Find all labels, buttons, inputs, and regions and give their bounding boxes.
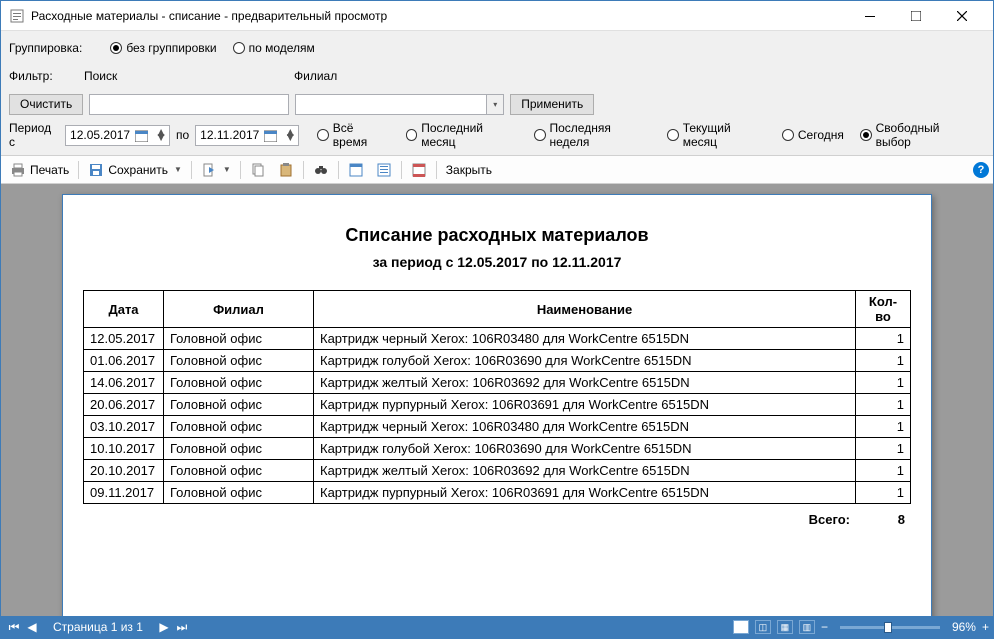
calendar-icon bbox=[134, 128, 149, 143]
binoculars-icon bbox=[313, 162, 329, 178]
clipboard-icon bbox=[278, 162, 294, 178]
titlebar: Расходные материалы - списание - предвар… bbox=[1, 1, 993, 31]
table-row: 12.05.2017Головной офисКартридж черный X… bbox=[84, 328, 911, 350]
page-single-icon bbox=[348, 162, 364, 178]
filter-label: Фильтр: bbox=[9, 69, 84, 83]
spinner-icon[interactable]: ▲▼ bbox=[284, 130, 296, 140]
report-table: Дата Филиал Наименование Кол-во 12.05.20… bbox=[83, 290, 911, 504]
zoom-value: 96% bbox=[952, 620, 976, 634]
table-row: 14.06.2017Головной офисКартридж желтый X… bbox=[84, 372, 911, 394]
zoom-out-button[interactable]: − bbox=[821, 620, 828, 634]
col-qty: Кол-во bbox=[856, 291, 911, 328]
find-button[interactable] bbox=[308, 159, 334, 181]
view-single-button[interactable] bbox=[343, 159, 369, 181]
nav-next-button[interactable]: ▶ bbox=[155, 620, 173, 634]
group-label: Группировка: bbox=[9, 41, 82, 55]
report-page: Списание расходных материалов за период … bbox=[62, 194, 932, 616]
apply-button[interactable]: Применить bbox=[510, 94, 594, 115]
branch-combo[interactable]: ▾ bbox=[295, 94, 504, 115]
statusbar: ⏮ ◀ Страница 1 из 1 ▶ ⏭ ◫ ▦ ▥ − 96% + bbox=[1, 616, 993, 638]
search-label: Поиск bbox=[84, 69, 294, 83]
nav-first-button[interactable]: ⏮ bbox=[5, 620, 23, 635]
export-icon bbox=[201, 162, 217, 178]
nav-prev-button[interactable]: ◀ bbox=[23, 620, 41, 634]
table-row: 20.10.2017Головной офисКартридж желтый X… bbox=[84, 460, 911, 482]
table-row: 01.06.2017Головной офисКартридж голубой … bbox=[84, 350, 911, 372]
period-to-label: по bbox=[176, 128, 189, 142]
export-button[interactable]: ▼ bbox=[196, 159, 236, 181]
radio-group-model[interactable]: по моделям bbox=[233, 41, 315, 55]
calendar-icon bbox=[263, 128, 278, 143]
branch-label: Филиал bbox=[294, 69, 337, 83]
col-name: Наименование bbox=[314, 291, 856, 328]
copy-button[interactable] bbox=[245, 159, 271, 181]
page-indicator: Страница 1 из 1 bbox=[53, 620, 143, 634]
view-mode-1[interactable] bbox=[733, 620, 749, 634]
page-setup-button[interactable] bbox=[406, 159, 432, 181]
radio-period-today[interactable]: Сегодня bbox=[782, 128, 844, 142]
radio-period-curmonth[interactable]: Текущий месяц bbox=[667, 121, 766, 149]
table-row: 09.11.2017Головной офисКартридж пурпурны… bbox=[84, 482, 911, 504]
table-row: 20.06.2017Головной офисКартридж пурпурны… bbox=[84, 394, 911, 416]
total-label: Всего: bbox=[313, 506, 856, 530]
total-value: 8 bbox=[856, 506, 911, 530]
clear-button[interactable]: Очистить bbox=[9, 94, 83, 115]
chevron-down-icon: ▾ bbox=[486, 95, 503, 114]
page-setup-icon bbox=[411, 162, 427, 178]
view-continuous-button[interactable] bbox=[371, 159, 397, 181]
save-icon bbox=[88, 162, 104, 178]
window-title: Расходные материалы - списание - предвар… bbox=[31, 9, 847, 23]
view-mode-2[interactable]: ◫ bbox=[755, 620, 771, 634]
table-row: 03.10.2017Головной офисКартридж черный X… bbox=[84, 416, 911, 438]
col-branch: Филиал bbox=[164, 291, 314, 328]
radio-period-all[interactable]: Всё время bbox=[317, 121, 389, 149]
view-mode-4[interactable]: ▥ bbox=[799, 620, 815, 634]
table-row: 10.10.2017Головной офисКартридж голубой … bbox=[84, 438, 911, 460]
copy-icon bbox=[250, 162, 266, 178]
radio-period-lastmonth[interactable]: Последний месяц bbox=[406, 121, 518, 149]
print-icon bbox=[10, 162, 26, 178]
preview-area[interactable]: Списание расходных материалов за период … bbox=[1, 184, 993, 616]
radio-period-lastweek[interactable]: Последняя неделя bbox=[534, 121, 651, 149]
maximize-button[interactable] bbox=[893, 1, 939, 31]
view-mode-3[interactable]: ▦ bbox=[777, 620, 793, 634]
help-icon[interactable]: ? bbox=[973, 162, 989, 178]
col-date: Дата bbox=[84, 291, 164, 328]
app-icon bbox=[9, 8, 25, 24]
search-input[interactable] bbox=[89, 94, 289, 115]
zoom-slider[interactable] bbox=[840, 626, 940, 629]
radio-period-free[interactable]: Свободный выбор bbox=[860, 121, 975, 149]
chevron-down-icon: ▼ bbox=[223, 165, 231, 174]
close-preview-button[interactable]: Закрыть bbox=[441, 159, 497, 181]
zoom-in-button[interactable]: + bbox=[982, 620, 989, 634]
paste-button[interactable] bbox=[273, 159, 299, 181]
save-button[interactable]: Сохранить ▼ bbox=[83, 159, 187, 181]
minimize-button[interactable] bbox=[847, 1, 893, 31]
period-label: Период с bbox=[9, 121, 59, 149]
chevron-down-icon: ▼ bbox=[174, 165, 182, 174]
date-to-input[interactable]: 12.11.2017 ▲▼ bbox=[195, 125, 299, 146]
report-subtitle: за период с 12.05.2017 по 12.11.2017 bbox=[83, 254, 911, 270]
report-title: Списание расходных материалов bbox=[83, 225, 911, 246]
date-from-input[interactable]: 12.05.2017 ▲▼ bbox=[65, 125, 170, 146]
filters-panel: Группировка: без группировки по моделям … bbox=[1, 31, 993, 156]
toolbar: Печать Сохранить ▼ ▼ Закрыть ? bbox=[1, 156, 993, 184]
print-button[interactable]: Печать bbox=[5, 159, 74, 181]
radio-group-none[interactable]: без группировки bbox=[110, 41, 216, 55]
page-continuous-icon bbox=[376, 162, 392, 178]
close-button[interactable] bbox=[939, 1, 985, 31]
nav-last-button[interactable]: ⏭ bbox=[173, 620, 191, 635]
spinner-icon[interactable]: ▲▼ bbox=[155, 130, 167, 140]
